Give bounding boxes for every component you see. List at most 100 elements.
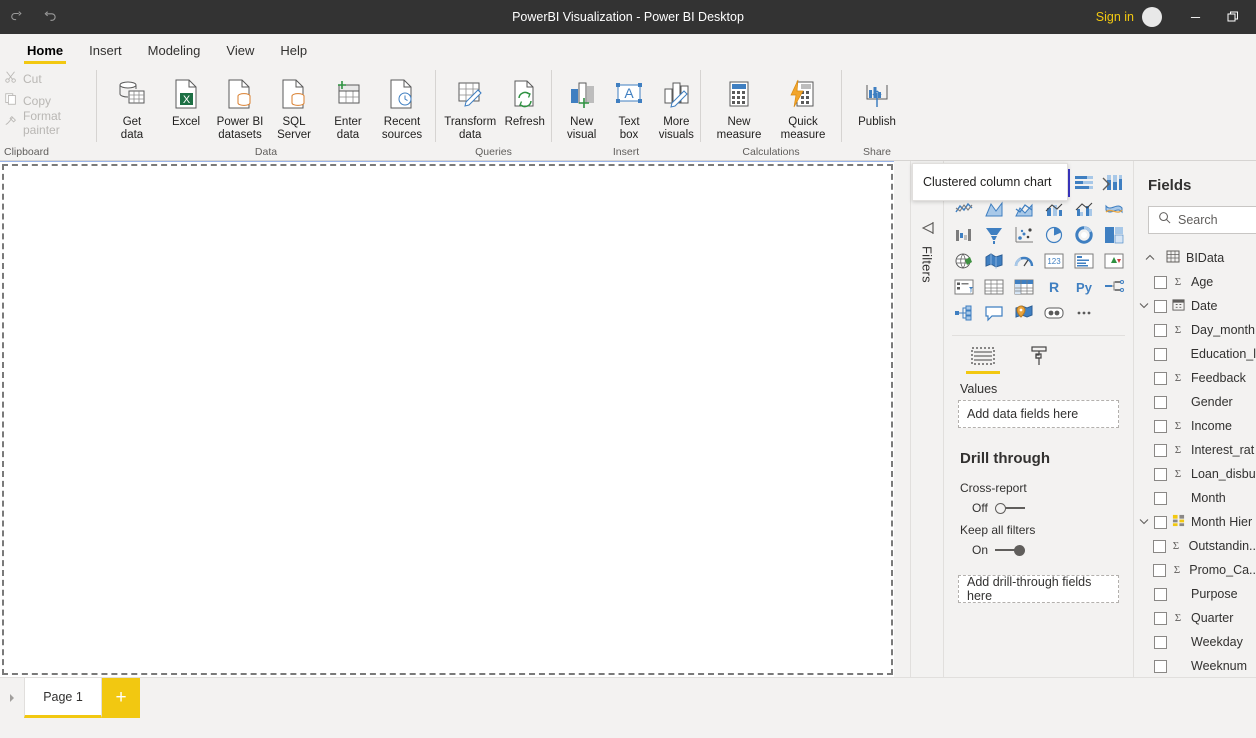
field-checkbox[interactable] — [1154, 275, 1167, 289]
field-checkbox[interactable] — [1152, 539, 1166, 553]
refresh-button[interactable]: Refresh — [498, 70, 551, 129]
get-data-button[interactable]: Get data — [105, 70, 159, 142]
field-checkbox[interactable] — [1154, 443, 1167, 457]
keep-all-filters-toggle[interactable] — [995, 544, 1026, 556]
tab-home[interactable]: Home — [14, 34, 76, 66]
text-box-button[interactable]: A Text box — [605, 70, 652, 142]
quick-measure-button[interactable]: Quick measure — [771, 70, 835, 142]
new-measure-button[interactable]: New measure — [707, 70, 771, 142]
page-prev-icon[interactable] — [0, 678, 24, 718]
keep-all-filters-toggle-row[interactable]: On — [944, 537, 1133, 557]
avatar[interactable] — [1142, 7, 1162, 27]
chevron-right-icon[interactable] — [1100, 176, 1112, 196]
field-row[interactable]: Month Hier — [1134, 510, 1256, 534]
chevron-down-icon[interactable] — [1134, 517, 1154, 528]
tab-modeling[interactable]: Modeling — [135, 34, 214, 66]
field-row[interactable]: Σ Day_month — [1134, 318, 1256, 342]
drill-through-drop-zone[interactable]: Add drill-through fields here — [958, 575, 1119, 603]
field-checkbox[interactable] — [1154, 491, 1167, 505]
viz-arcgis-map[interactable] — [1010, 301, 1038, 325]
undo-icon[interactable] — [6, 6, 28, 28]
field-checkbox[interactable] — [1154, 611, 1167, 625]
filter-collapse-icon[interactable] — [919, 221, 935, 238]
redo-icon[interactable] — [38, 6, 60, 28]
field-row[interactable]: Weekday — [1134, 630, 1256, 654]
field-checkbox[interactable] — [1154, 299, 1167, 313]
viz-funnel-chart[interactable] — [980, 223, 1008, 247]
more-visuals-button[interactable]: More visuals — [653, 70, 700, 142]
cross-report-toggle[interactable] — [994, 502, 1025, 514]
minimize-button[interactable] — [1176, 0, 1214, 34]
viz-gauge[interactable] — [1010, 249, 1038, 273]
viz-ribbon-chart[interactable] — [1100, 197, 1128, 221]
filters-pane-collapsed[interactable]: Filters — [910, 161, 944, 677]
new-visual-button[interactable]: New visual — [558, 70, 605, 142]
field-row[interactable]: Purpose — [1134, 582, 1256, 606]
viz-scatter-chart[interactable] — [1010, 223, 1038, 247]
fields-pane-tab[interactable] — [966, 344, 1000, 374]
field-row[interactable]: Month — [1134, 486, 1256, 510]
publish-button[interactable]: Publish — [850, 70, 904, 129]
recent-sources-button[interactable]: Recent sources — [375, 70, 429, 142]
viz-r-script-visual[interactable]: R — [1040, 275, 1068, 299]
field-row[interactable]: Weeknum — [1134, 654, 1256, 677]
viz-treemap[interactable] — [1100, 223, 1128, 247]
field-checkbox[interactable] — [1153, 347, 1167, 361]
viz-python-visual[interactable]: Py — [1070, 275, 1098, 299]
search-input[interactable]: Search — [1148, 206, 1256, 234]
chevron-down-icon[interactable] — [1134, 301, 1154, 312]
viz-100-percent-stacked-bar-chart[interactable] — [1070, 171, 1098, 195]
restore-button[interactable] — [1214, 0, 1252, 34]
field-row[interactable]: Σ Age — [1134, 270, 1256, 294]
viz-slicer[interactable] — [950, 275, 978, 299]
cross-report-toggle-row[interactable]: Off — [944, 495, 1133, 515]
chevron-up-icon[interactable] — [1140, 253, 1160, 264]
transform-data-button[interactable]: Transform data — [442, 70, 498, 142]
add-page-button[interactable]: + — [102, 678, 140, 718]
field-checkbox[interactable] — [1154, 635, 1167, 649]
viz-q-and-a[interactable] — [980, 301, 1008, 325]
field-row[interactable]: Education_l — [1134, 342, 1256, 366]
viz-paginated-report[interactable] — [1040, 301, 1068, 325]
viz-more-options[interactable] — [1070, 301, 1098, 325]
field-checkbox[interactable] — [1153, 563, 1167, 577]
field-checkbox[interactable] — [1154, 467, 1167, 481]
viz-matrix[interactable] — [1010, 275, 1038, 299]
enter-data-button[interactable]: Enter data — [321, 70, 375, 142]
page-tab-page1[interactable]: Page 1 — [24, 678, 102, 718]
viz-line-and-clustered-column-chart[interactable] — [1070, 197, 1098, 221]
field-row[interactable]: Date — [1134, 294, 1256, 318]
format-painter-button[interactable]: Format painter — [2, 109, 96, 137]
field-row[interactable]: Σ Outstandin.. — [1134, 534, 1256, 558]
sign-in-button[interactable]: Sign in — [1088, 10, 1142, 24]
field-checkbox[interactable] — [1154, 659, 1167, 673]
fields-table-bidata[interactable]: BIData — [1134, 246, 1256, 270]
excel-button[interactable]: X Excel — [159, 70, 213, 129]
viz-map[interactable] — [950, 249, 978, 273]
powerbi-datasets-button[interactable]: Power BI datasets — [213, 70, 267, 142]
field-row[interactable]: Σ Loan_disbu — [1134, 462, 1256, 486]
report-canvas[interactable] — [2, 164, 893, 675]
format-pane-tab[interactable] — [1022, 344, 1056, 374]
field-row[interactable]: Σ Quarter — [1134, 606, 1256, 630]
field-row[interactable]: Σ Feedback — [1134, 366, 1256, 390]
sql-server-button[interactable]: SQL Server — [267, 70, 321, 142]
viz-filled-map[interactable] — [980, 249, 1008, 273]
viz-kpi[interactable] — [1100, 249, 1128, 273]
field-row[interactable]: Σ Promo_Ca.. — [1134, 558, 1256, 582]
field-row[interactable]: Gender — [1134, 390, 1256, 414]
field-checkbox[interactable] — [1154, 515, 1167, 529]
field-row[interactable]: Σ Interest_rat — [1134, 438, 1256, 462]
values-drop-zone[interactable]: Add data fields here — [958, 400, 1119, 428]
field-checkbox[interactable] — [1154, 371, 1167, 385]
viz-key-influencers[interactable] — [950, 301, 978, 325]
viz-donut-chart[interactable] — [1070, 223, 1098, 247]
viz-decomposition-tree[interactable] — [1100, 275, 1128, 299]
viz-table[interactable] — [980, 275, 1008, 299]
tab-insert[interactable]: Insert — [76, 34, 135, 66]
viz-pie-chart[interactable] — [1040, 223, 1068, 247]
tab-help[interactable]: Help — [267, 34, 320, 66]
field-checkbox[interactable] — [1154, 323, 1167, 337]
viz-card[interactable]: 123 — [1040, 249, 1068, 273]
field-checkbox[interactable] — [1154, 419, 1167, 433]
